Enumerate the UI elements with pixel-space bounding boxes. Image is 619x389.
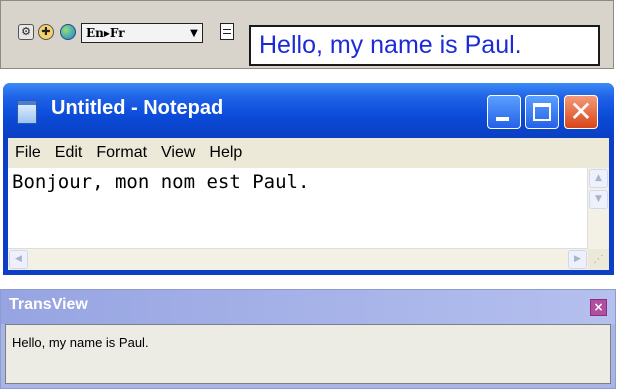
- chevron-down-icon: ▼: [190, 27, 198, 39]
- minimize-button[interactable]: [487, 95, 521, 129]
- notepad-titlebar[interactable]: Untitled - Notepad ✕: [3, 83, 614, 138]
- translation-output-text: Hello, my name is Paul.: [259, 31, 522, 59]
- close-icon: ✕: [569, 95, 593, 128]
- vertical-scrollbar[interactable]: ▲ ▼: [587, 168, 609, 254]
- menu-edit[interactable]: Edit: [48, 144, 90, 162]
- scroll-down-icon[interactable]: ▼: [589, 190, 608, 209]
- document-icon[interactable]: [220, 23, 234, 40]
- globe-icon[interactable]: [60, 24, 76, 40]
- menu-view[interactable]: View: [154, 144, 202, 162]
- scroll-right-icon[interactable]: ▶: [568, 250, 587, 269]
- scroll-up-icon[interactable]: ▲: [589, 169, 608, 188]
- menu-format[interactable]: Format: [89, 144, 154, 162]
- transview-text: Hello, my name is Paul.: [12, 335, 149, 350]
- scroll-left-icon[interactable]: ◀: [9, 250, 28, 269]
- crosshair-icon[interactable]: ✚: [38, 24, 54, 40]
- notepad-window: Untitled - Notepad ✕ File Edit Format Vi…: [3, 83, 614, 275]
- text-editor-area[interactable]: Bonjour, mon nom est Paul. ▲ ▼ ◀ ▶ ⋰: [8, 168, 609, 270]
- menu-file[interactable]: File: [8, 144, 48, 162]
- window-title: Untitled - Notepad: [51, 97, 224, 119]
- menu-help[interactable]: Help: [202, 144, 249, 162]
- translation-output: Hello, my name is Paul.: [249, 25, 600, 66]
- maximize-button[interactable]: [525, 95, 559, 129]
- notepad-app-icon: [17, 100, 37, 124]
- close-button[interactable]: ✕: [564, 95, 598, 129]
- editor-text[interactable]: Bonjour, mon nom est Paul.: [12, 171, 309, 193]
- close-icon[interactable]: ×: [590, 299, 607, 316]
- language-pair-dropdown[interactable]: En▸Fr ▼: [81, 23, 203, 43]
- transview-titlebar[interactable]: TransView ×: [1, 290, 615, 324]
- translation-toolbar: ⚙ ✚ En▸Fr ▼ Hello, my name is Paul.: [0, 0, 614, 69]
- tool-icon[interactable]: ⚙: [18, 24, 34, 40]
- transview-title: TransView: [9, 296, 88, 313]
- transview-panel: TransView × Hello, my name is Paul.: [0, 289, 616, 389]
- transview-content: Hello, my name is Paul.: [5, 324, 611, 384]
- horizontal-scrollbar[interactable]: ◀ ▶: [8, 248, 588, 270]
- language-pair-label: En▸Fr: [86, 26, 125, 40]
- resize-grip-icon[interactable]: ⋰: [588, 249, 609, 270]
- menu-bar: File Edit Format View Help: [8, 138, 609, 168]
